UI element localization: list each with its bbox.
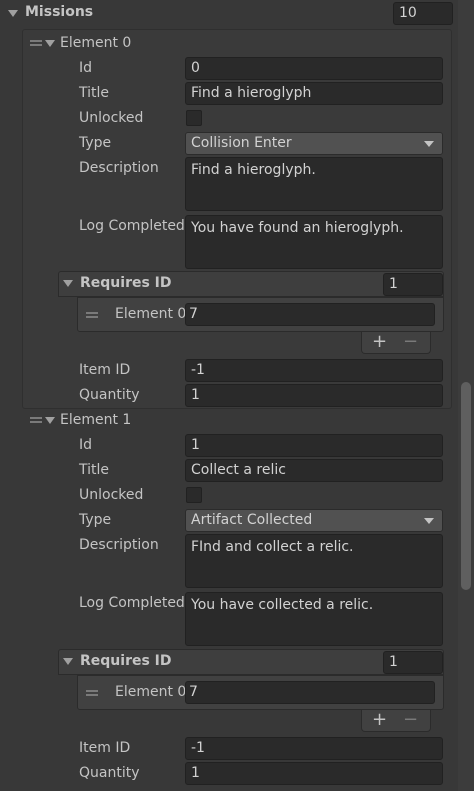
chevron-down-icon: [424, 141, 434, 147]
requires-id-label: Requires ID: [80, 275, 172, 291]
log-completed-field[interactable]: You have collected a relic.: [185, 592, 443, 646]
title-label: Title: [79, 462, 110, 478]
type-dropdown[interactable]: Artifact Collected: [185, 509, 443, 532]
requires-item-label: Element 0: [115, 306, 187, 322]
quantity-label: Quantity: [79, 765, 140, 781]
type-dropdown-value: Collision Enter: [191, 135, 292, 151]
description-field[interactable]: Find a hieroglyph.: [185, 157, 443, 211]
drag-handle-icon[interactable]: [30, 40, 42, 46]
drag-handle-icon[interactable]: [30, 417, 42, 423]
title-field[interactable]: Collect a relic: [185, 459, 443, 482]
element-foldout-arrow-icon[interactable]: [45, 417, 55, 424]
unlocked-checkbox[interactable]: [186, 487, 202, 503]
element-foldout-arrow-icon[interactable]: [45, 40, 55, 47]
title-label: Title: [79, 85, 110, 101]
description-label: Description: [79, 160, 159, 176]
element-header: Element 0: [60, 35, 132, 51]
drag-handle-icon[interactable]: [86, 690, 98, 696]
description-field[interactable]: FInd and collect a relic.: [185, 534, 443, 588]
title-field[interactable]: Find a hieroglyph: [185, 82, 443, 105]
unlocked-label: Unlocked: [79, 110, 144, 126]
missions-foldout-arrow-icon[interactable]: [8, 10, 18, 17]
log-completed-label: Log Completed: [79, 595, 185, 611]
add-button[interactable]: +: [372, 333, 387, 351]
quantity-field[interactable]: 1: [185, 384, 443, 407]
requires-foldout-arrow-icon[interactable]: [63, 280, 73, 287]
item-id-field[interactable]: -1: [185, 737, 443, 760]
requires-item-field[interactable]: 7: [185, 303, 435, 326]
missions-label: Missions: [25, 4, 94, 20]
requires-size-field[interactable]: 1: [383, 273, 443, 296]
type-label: Type: [79, 135, 112, 151]
requires-foldout-arrow-icon[interactable]: [63, 658, 73, 665]
quantity-field[interactable]: 1: [185, 762, 443, 785]
chevron-down-icon: [424, 518, 434, 524]
remove-button[interactable]: −: [403, 711, 418, 729]
remove-button[interactable]: −: [403, 333, 418, 351]
type-label: Type: [79, 512, 112, 528]
item-id-label: Item ID: [79, 740, 131, 756]
id-field[interactable]: 0: [185, 57, 443, 80]
unlocked-label: Unlocked: [79, 487, 144, 503]
drag-handle-icon[interactable]: [86, 312, 98, 318]
requires-size-field[interactable]: 1: [383, 651, 443, 674]
requires-item-field[interactable]: 7: [185, 681, 435, 704]
id-field[interactable]: 1: [185, 434, 443, 457]
element-header: Element 1: [60, 412, 132, 428]
item-id-field[interactable]: -1: [185, 359, 443, 382]
id-label: Id: [79, 60, 93, 76]
log-completed-label: Log Completed: [79, 218, 185, 234]
add-button[interactable]: +: [372, 711, 387, 729]
id-label: Id: [79, 437, 93, 453]
missions-size-field[interactable]: 10: [393, 2, 453, 25]
scrollbar-thumb[interactable]: [461, 382, 471, 590]
requires-item-label: Element 0: [115, 684, 187, 700]
type-dropdown-value: Artifact Collected: [191, 512, 313, 528]
quantity-label: Quantity: [79, 387, 140, 403]
item-id-label: Item ID: [79, 362, 131, 378]
type-dropdown[interactable]: Collision Enter: [185, 132, 443, 155]
requires-id-label: Requires ID: [80, 653, 172, 669]
unlocked-checkbox[interactable]: [186, 110, 202, 126]
log-completed-field[interactable]: You have found an hieroglyph.: [185, 215, 443, 269]
description-label: Description: [79, 537, 159, 553]
